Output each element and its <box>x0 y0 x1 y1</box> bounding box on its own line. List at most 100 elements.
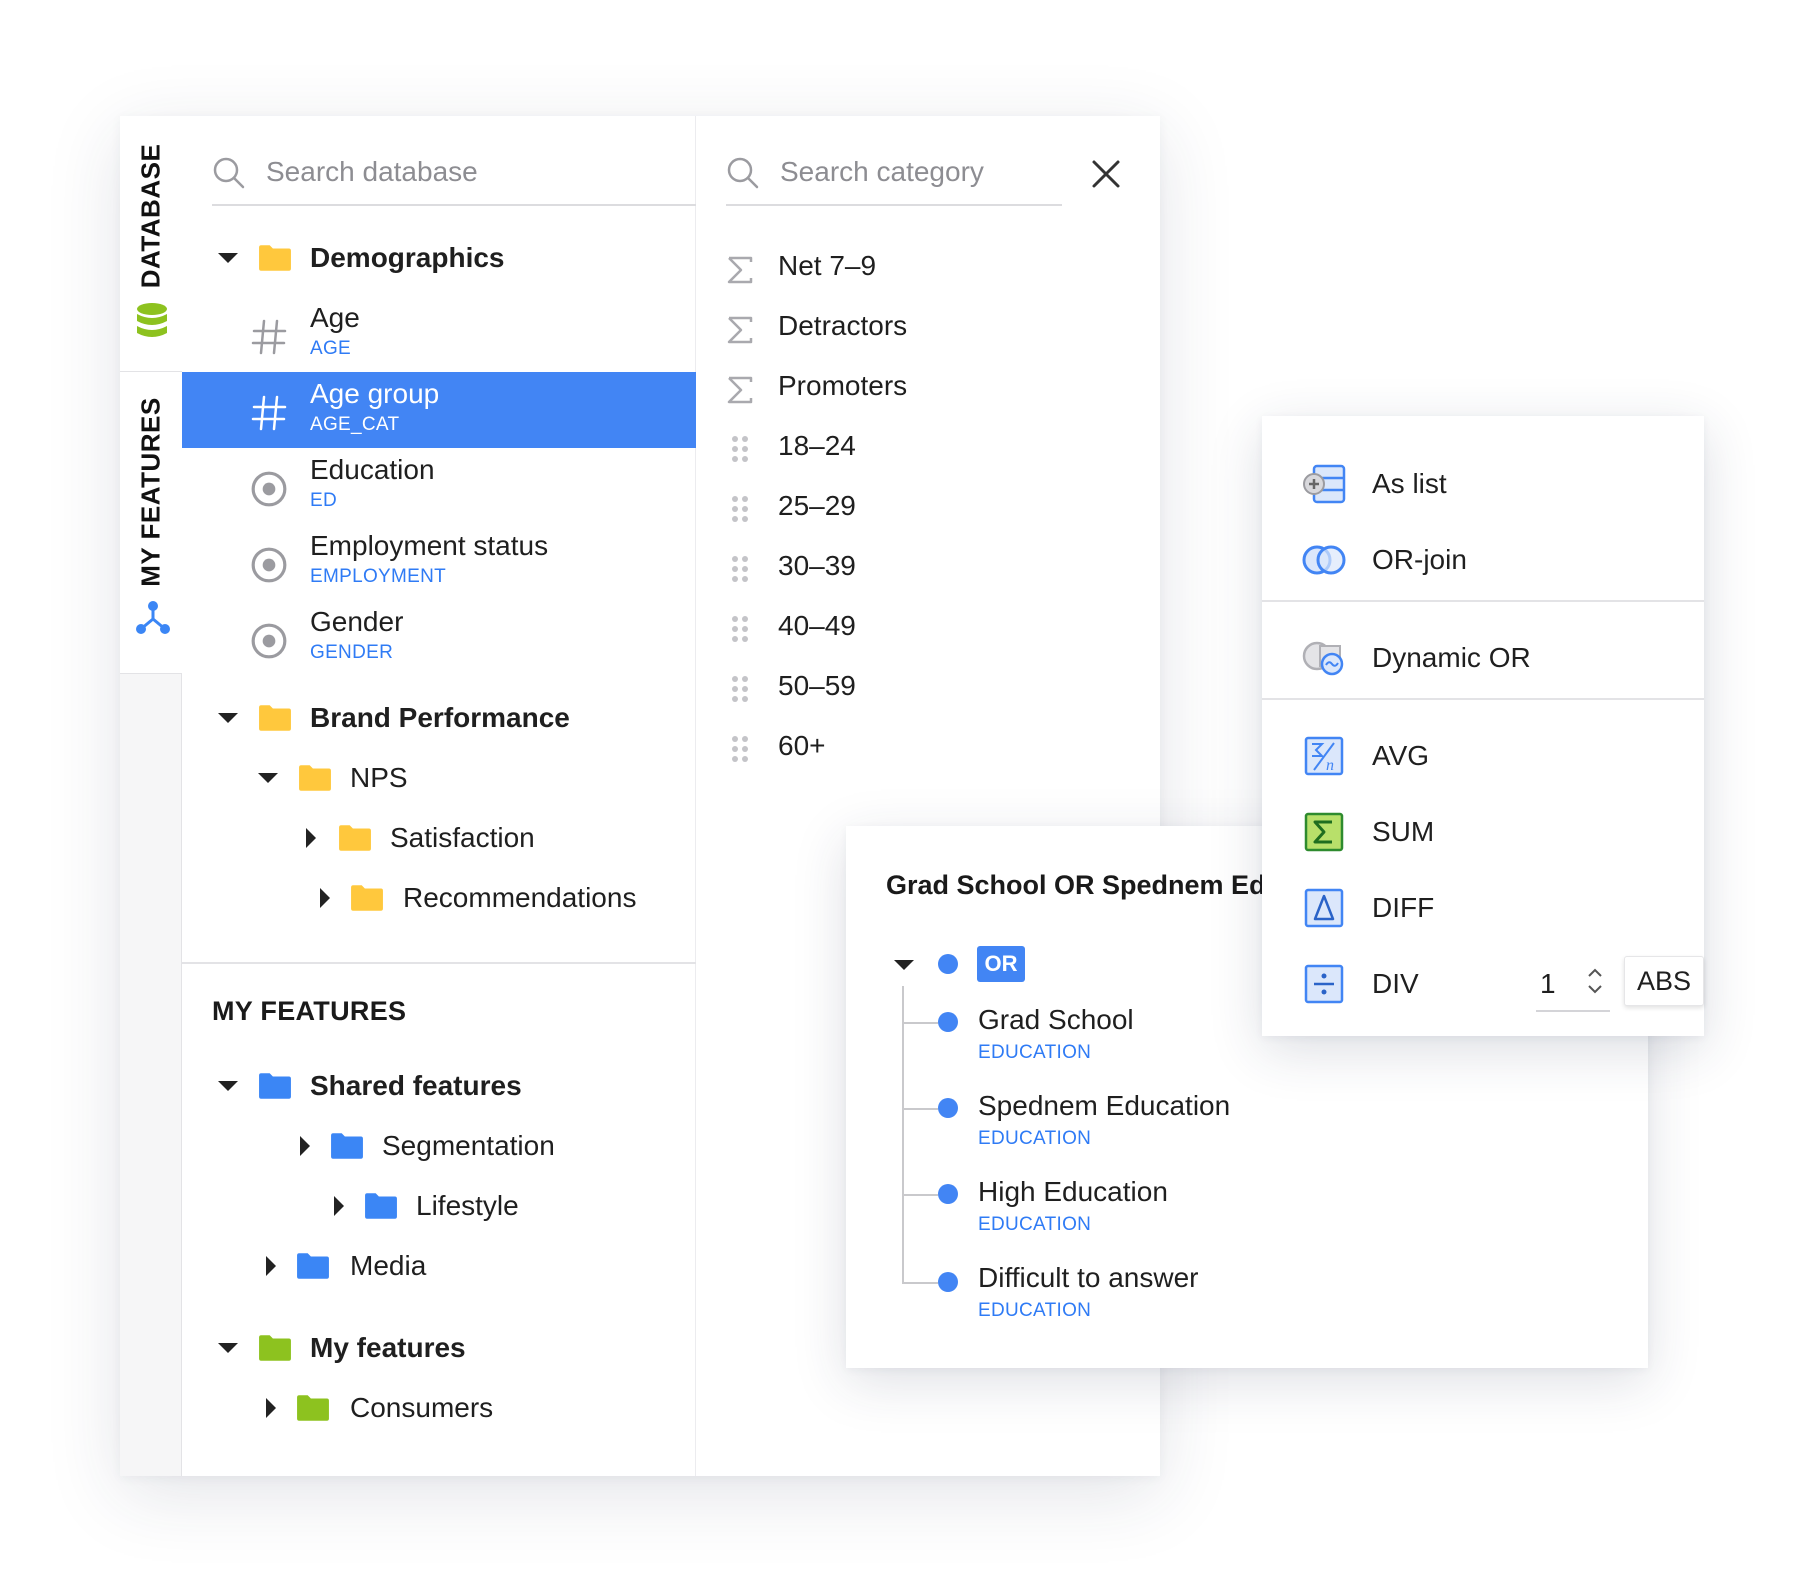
drag-handle-icon[interactable] <box>730 734 750 764</box>
svg-text:n: n <box>1326 757 1334 774</box>
category-label: 50–59 <box>778 670 856 701</box>
folder-consumers[interactable]: Consumers <box>182 1378 696 1438</box>
chevron-down-icon[interactable] <box>894 960 914 970</box>
chevron-down-icon[interactable] <box>218 1343 238 1353</box>
folder-shared-features[interactable]: Shared features <box>182 1056 696 1116</box>
folder-label: Lifestyle <box>416 1190 519 1221</box>
folder-label: Media <box>350 1250 427 1281</box>
abs-button[interactable]: ABS <box>1624 956 1704 1006</box>
category-label: Promoters <box>778 370 908 401</box>
field-age[interactable]: Age AGE <box>182 296 696 372</box>
folder-segmentation[interactable]: Segmentation <box>182 1116 696 1176</box>
menu-item-as-list[interactable]: As list <box>1300 456 1670 512</box>
category-search <box>726 116 1062 206</box>
field-name: Education <box>310 454 435 485</box>
category-search-input[interactable] <box>778 152 1054 192</box>
folder-icon <box>258 1072 292 1100</box>
field-age-group[interactable]: Age group AGE_CAT <box>182 372 696 448</box>
drag-handle-icon[interactable] <box>730 554 750 584</box>
drag-handle-icon[interactable] <box>730 674 750 704</box>
tree-branch <box>902 1282 938 1284</box>
folder-brand-performance[interactable]: Brand Performance <box>182 688 696 748</box>
chevron-right-icon[interactable] <box>266 1256 276 1276</box>
expression-item-name[interactable]: High Education <box>978 1176 1168 1208</box>
drag-handle-icon[interactable] <box>730 434 750 464</box>
stepper-arrows-icon[interactable] <box>1586 964 1604 998</box>
folder-icon <box>258 704 292 732</box>
folder-lifestyle[interactable]: Lifestyle <box>182 1176 696 1236</box>
hash-icon <box>251 319 287 355</box>
expression-title: Grad School OR Spednem Edu <box>886 870 1266 900</box>
folder-nps[interactable]: NPS <box>182 748 696 808</box>
category-item[interactable]: 40–49 <box>726 604 1126 654</box>
menu-item-label: DIFF <box>1372 892 1435 923</box>
menu-item-div[interactable]: DIV 1 ABS <box>1300 956 1704 1012</box>
folder-satisfaction[interactable]: Satisfaction <box>182 808 696 868</box>
menu-item-avg[interactable]: n AVG <box>1300 728 1670 784</box>
category-item[interactable]: 30–39 <box>726 544 1126 594</box>
category-label: 30–39 <box>778 550 856 581</box>
folder-demographics[interactable]: Demographics <box>182 228 696 288</box>
field-employment-status[interactable]: Employment status EMPLOYMENT <box>182 524 696 600</box>
expression-item-name[interactable]: Difficult to answer <box>978 1262 1198 1294</box>
delta-icon <box>1304 888 1344 928</box>
expression-item-name[interactable]: Spednem Education <box>978 1090 1230 1122</box>
folder-icon <box>296 1394 330 1422</box>
folder-icon <box>296 1252 330 1280</box>
drag-handle-icon[interactable] <box>730 494 750 524</box>
chevron-right-icon[interactable] <box>306 828 316 848</box>
folder-icon <box>298 764 332 792</box>
folder-label: Satisfaction <box>390 822 535 853</box>
field-code: ED <box>310 490 337 511</box>
tab-my-features[interactable]: MY FEATURES <box>120 372 182 674</box>
expression-item-name[interactable]: Grad School <box>978 1004 1134 1036</box>
folder-label: Shared features <box>310 1070 522 1101</box>
field-gender[interactable]: Gender GENDER <box>182 600 696 676</box>
chevron-down-icon[interactable] <box>218 713 238 723</box>
sigma-icon <box>726 316 754 344</box>
tab-my-features-label: MY FEATURES <box>135 397 166 587</box>
category-item[interactable]: 50–59 <box>726 664 1126 714</box>
close-icon[interactable] <box>1086 154 1126 194</box>
category-item[interactable]: Detractors <box>726 304 1126 354</box>
folder-label: NPS <box>350 762 408 793</box>
folder-icon <box>258 1334 292 1362</box>
category-item[interactable]: Net 7–9 <box>726 244 1126 294</box>
menu-item-sum[interactable]: SUM <box>1300 804 1670 860</box>
folder-icon <box>330 1132 364 1160</box>
chevron-down-icon[interactable] <box>218 1081 238 1091</box>
category-item[interactable]: 18–24 <box>726 424 1126 474</box>
database-search <box>212 116 696 206</box>
divisor-value: 1 <box>1540 968 1556 999</box>
menu-item-label: AVG <box>1372 740 1430 771</box>
field-education[interactable]: Education ED <box>182 448 696 524</box>
database-search-input[interactable] <box>264 152 688 192</box>
folder-media[interactable]: Media <box>182 1236 696 1296</box>
hash-icon <box>251 395 287 431</box>
operator-badge[interactable]: OR <box>977 946 1025 982</box>
folder-my-features[interactable]: My features <box>182 1318 696 1378</box>
radio-icon <box>250 622 288 660</box>
chevron-right-icon[interactable] <box>266 1398 276 1418</box>
category-label: 25–29 <box>778 490 856 521</box>
chevron-down-icon[interactable] <box>258 773 278 783</box>
sigma-icon <box>726 256 754 284</box>
category-item[interactable]: 60+ <box>726 724 1126 774</box>
tab-database[interactable]: DATABASE <box>120 116 182 372</box>
menu-item-or-join[interactable]: OR-join <box>1300 532 1670 588</box>
chevron-right-icon[interactable] <box>334 1196 344 1216</box>
category-item[interactable]: Promoters <box>726 364 1126 414</box>
menu-item-dynamic-or[interactable]: Dynamic OR <box>1300 630 1670 686</box>
tree-branch <box>902 1194 938 1196</box>
field-name: Employment status <box>310 530 549 561</box>
menu-divider <box>1262 698 1704 700</box>
divisor-stepper[interactable]: 1 <box>1536 956 1610 1012</box>
chevron-down-icon[interactable] <box>218 253 238 263</box>
drag-handle-icon[interactable] <box>730 614 750 644</box>
chevron-right-icon[interactable] <box>300 1136 310 1156</box>
category-item[interactable]: 25–29 <box>726 484 1126 534</box>
menu-item-diff[interactable]: DIFF <box>1300 880 1670 936</box>
folder-recommendations[interactable]: Recommendations <box>182 868 696 928</box>
radio-icon <box>250 546 288 584</box>
chevron-right-icon[interactable] <box>320 888 330 908</box>
